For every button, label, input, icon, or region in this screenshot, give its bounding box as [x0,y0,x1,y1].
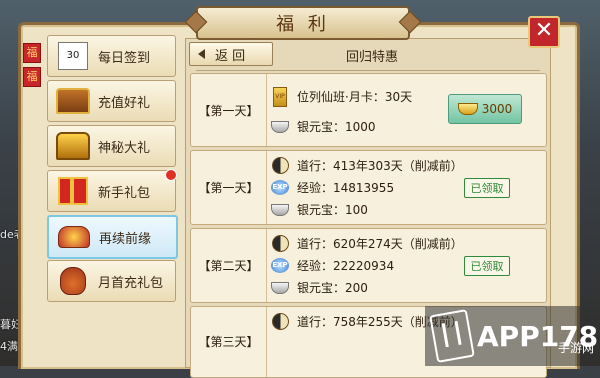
close-button[interactable]: ✕ [528,16,560,48]
reward-card: 【第二天】 道行：620年274天（削减前） EXP 经验：22220934 银… [190,228,547,303]
money-bag-icon [54,264,92,298]
treasure-basket-icon [55,220,93,254]
back-button[interactable]: 返 回 [189,42,273,66]
vip-card-icon: VIP [271,86,289,107]
reward-line: 银元宝：1000 [271,118,376,135]
reward-card: 【第一天】 道行：413年303天（削减前） EXP 经验：14813955 银… [190,150,547,225]
sidebar-item-daily-signin[interactable]: 30 每日签到 [47,35,176,77]
claimed-button[interactable]: 已领取 [464,256,510,276]
gold-ingot-icon [457,103,478,115]
taiji-icon [271,157,289,174]
reward-line: EXP 经验：14813955 [271,179,394,196]
lantern-char: 福 [23,67,41,87]
sidebar-item-label: 月首充礼包 [98,275,164,291]
reward-text: 银元宝：1000 [297,120,376,134]
treasure-chest-icon [54,84,92,118]
reward-text: 银元宝：100 [297,203,368,217]
sidebar-item-recharge-gift[interactable]: 充值好礼 [47,80,176,122]
sidebar-item-newbie-pack[interactable]: 新手礼包 [47,169,177,212]
day-label: 【第三天】 [191,307,267,377]
back-arrow-icon [198,49,205,59]
reward-card: 【第一天】 VIP 位列仙班·月卡：30天 银元宝：1000 3000 [190,73,547,147]
sidebar-item-mystery-gift[interactable]: 神秘大礼 [47,125,176,167]
lantern-char: 福 [23,43,41,63]
day-label: 【第一天】 [191,74,267,146]
phone-logo-icon [429,309,475,363]
sidebar-item-label: 充值好礼 [98,95,151,111]
claimed-button[interactable]: 已领取 [464,178,510,198]
watermark-subtext: 手游网 [557,341,594,355]
silver-ingot-icon [271,203,289,217]
reward-line: 道行：620年274天（削减前） [271,235,463,252]
price-label: 3000 [481,102,513,116]
exp-icon: EXP [271,180,289,195]
reward-text: 位列仙班·月卡：30天 [297,90,413,104]
gift-box-icon [54,174,92,208]
gold-chest-icon [54,129,92,163]
reward-line: 银元宝：100 [271,201,368,218]
window-title: 福 利 [196,6,410,40]
reward-text: 道行：620年274天（削减前） [297,237,463,251]
section-title: 回归特惠 [346,50,399,65]
sidebar-item-label: 新手礼包 [98,185,151,201]
back-button-label: 返 回 [215,48,246,64]
sidebar-item-monthly-first-recharge[interactable]: 月首充礼包 [47,260,176,302]
reward-text: 银元宝：200 [297,281,368,295]
reward-text: 经验：14813955 [297,181,395,195]
sidebar-item-renew-fate[interactable]: 再续前缘 [47,215,178,259]
silver-ingot-icon [271,281,289,295]
sidebar-item-label: 神秘大礼 [98,140,151,156]
reward-line: 道行：413年303天（削减前） [271,157,463,174]
taiji-icon [271,235,289,252]
calendar-icon: 30 [54,39,92,73]
sidebar-item-label: 每日签到 [98,50,151,66]
silver-ingot-icon [271,120,289,134]
buy-button[interactable]: 3000 [448,94,522,124]
sidebar: 30 每日签到 充值好礼 神秘大礼 新手礼包 再续前缘 月首充礼包 [47,35,178,355]
reward-text: 经验：22220934 [297,259,395,273]
divider [196,70,540,71]
day-label: 【第二天】 [191,229,267,302]
exp-icon: EXP [271,258,289,273]
reward-line: 银元宝：200 [271,279,368,296]
reward-line: EXP 经验：22220934 [271,257,394,274]
notification-dot [165,169,177,181]
lantern-decoration: 福 福 [23,43,41,129]
watermark: APP178 手游网 [425,306,600,366]
taiji-icon [271,313,289,330]
reward-text: 道行：413年303天（削减前） [297,159,463,173]
day-label: 【第一天】 [191,151,267,224]
sidebar-item-label: 再续前缘 [99,231,152,247]
reward-line: VIP 位列仙班·月卡：30天 [271,86,413,107]
